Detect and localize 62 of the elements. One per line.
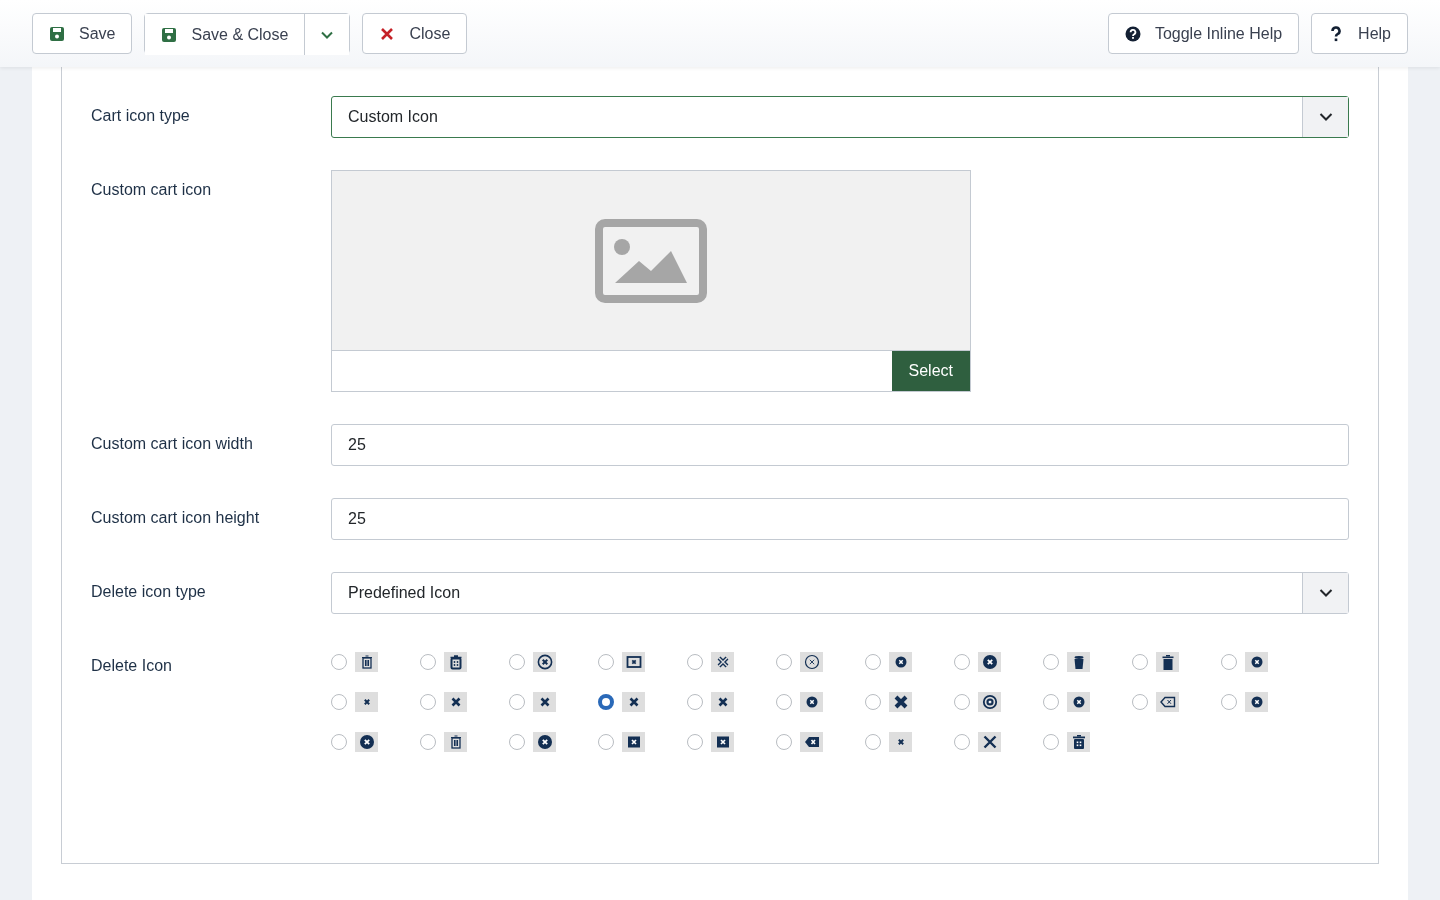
field-label: Custom cart icon width: [91, 434, 254, 454]
radio-button[interactable]: [420, 694, 436, 710]
save-icon: [49, 25, 65, 42]
radio-button[interactable]: [331, 654, 347, 670]
radio-button[interactable]: [1043, 654, 1059, 670]
radio-button[interactable]: [954, 694, 970, 710]
radio-button[interactable]: [420, 734, 436, 750]
radio-button[interactable]: [1043, 734, 1059, 750]
square-x-icon: [625, 734, 642, 750]
radio-button[interactable]: [509, 694, 525, 710]
radio-button[interactable]: [1043, 694, 1059, 710]
field-label: Custom cart icon: [91, 180, 213, 200]
radio-button[interactable]: [954, 654, 970, 670]
save-button[interactable]: Save & Close: [145, 14, 305, 55]
backspace-icon: [1159, 694, 1176, 710]
help-button[interactable]: Help: [1311, 13, 1408, 54]
radio-button[interactable]: [331, 734, 347, 750]
radio-button[interactable]: [687, 694, 703, 710]
radio-button[interactable]: [1221, 694, 1237, 710]
radio-button[interactable]: [331, 694, 347, 710]
help-icon: [1124, 25, 1141, 42]
close-icon: [379, 25, 396, 42]
field-label: Delete icon type: [91, 582, 207, 602]
radio-button[interactable]: [776, 694, 792, 710]
radio-button[interactable]: [1221, 654, 1237, 670]
radio-button[interactable]: [598, 654, 614, 670]
trash-icon: [1070, 734, 1087, 750]
save-icon: [161, 26, 178, 43]
input-field[interactable]: 25: [331, 498, 1349, 540]
radio-button[interactable]: [420, 654, 436, 670]
field-label: Custom cart icon height: [91, 508, 261, 528]
radio-button[interactable]: [776, 734, 792, 750]
radio-button[interactable]: [1132, 694, 1148, 710]
select-field[interactable]: Custom Icon: [331, 96, 1349, 138]
radio-button[interactable]: [598, 694, 614, 710]
radio-button[interactable]: [1132, 654, 1148, 670]
radio-button[interactable]: [509, 734, 525, 750]
x-icon: [981, 734, 998, 750]
square-x-icon: [625, 654, 642, 670]
field-label: Delete Icon: [91, 656, 173, 676]
field-label: Cart icon type: [91, 106, 191, 126]
input-field[interactable]: 25: [331, 424, 1349, 466]
radio-button[interactable]: [954, 734, 970, 750]
select-field[interactable]: Predefined Icon: [331, 572, 1349, 614]
backspace-icon: [803, 734, 820, 750]
trash-icon: [447, 654, 464, 670]
radio-button[interactable]: [687, 734, 703, 750]
radio-button[interactable]: [687, 654, 703, 670]
radio-button[interactable]: [776, 654, 792, 670]
close-button[interactable]: Close: [362, 13, 468, 54]
radio-button[interactable]: [598, 734, 614, 750]
help-button[interactable]: Toggle Inline Help: [1107, 13, 1300, 54]
square-x-icon: [714, 734, 731, 750]
save-button[interactable]: Save: [32, 13, 133, 54]
image-placeholder-icon: [595, 218, 707, 303]
select-button[interactable]: Select: [891, 351, 970, 391]
radio-button[interactable]: [509, 654, 525, 670]
x-icon: [892, 694, 909, 710]
radio-button[interactable]: [865, 694, 881, 710]
radio-button[interactable]: [865, 654, 881, 670]
radio-button[interactable]: [865, 734, 881, 750]
dropdown-toggle[interactable]: [304, 14, 350, 55]
